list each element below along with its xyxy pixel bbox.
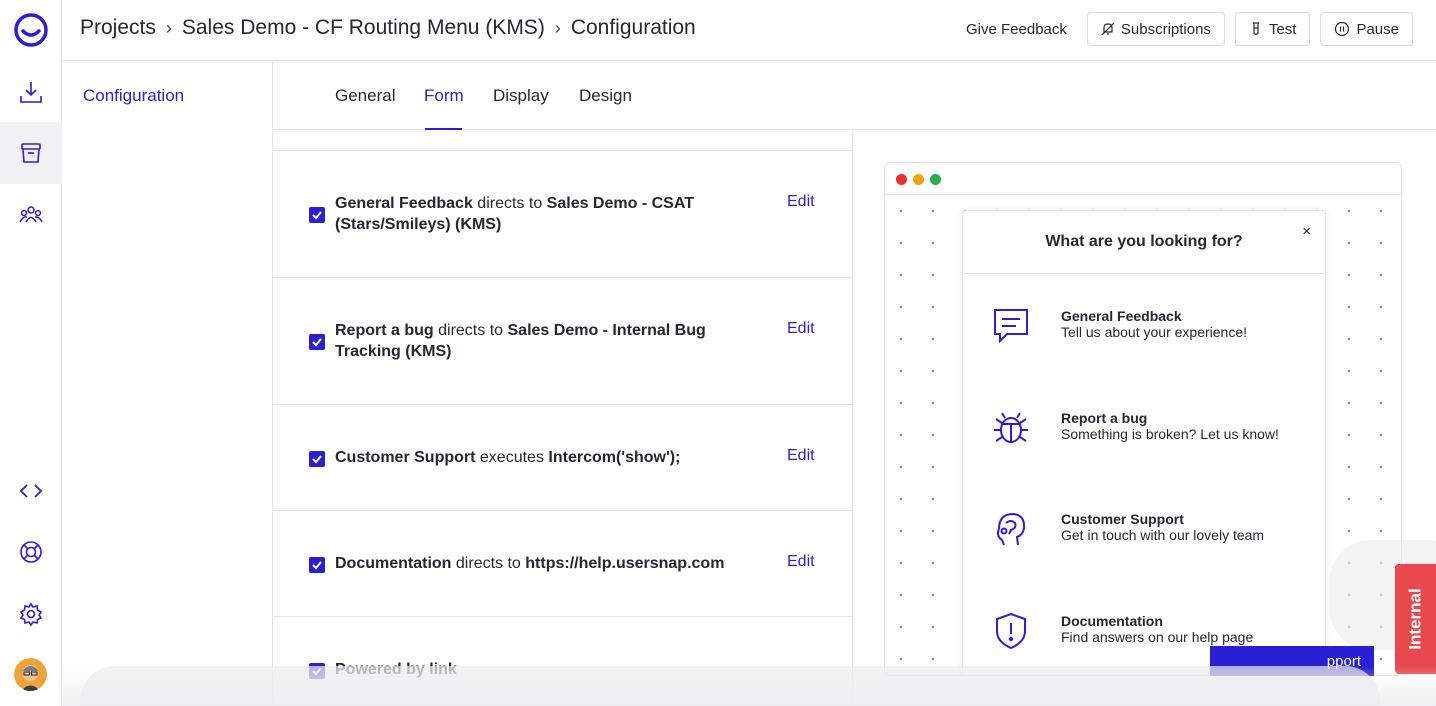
give-feedback-link[interactable]: Give Feedback bbox=[966, 21, 1067, 38]
routing-item-verb: directs to bbox=[455, 555, 521, 572]
pause-icon bbox=[1335, 21, 1350, 37]
menu-item-customer-support[interactable]: Customer Support Get in touch with our l… bbox=[963, 509, 1325, 569]
test-label: Test bbox=[1268, 20, 1297, 38]
internal-tab-label: Internal bbox=[1405, 588, 1425, 650]
menu-item-name: General Feedback bbox=[1061, 308, 1182, 324]
routing-item-name: Customer Support bbox=[335, 449, 476, 466]
internal-feedback-tab[interactable]: Internal bbox=[1395, 564, 1436, 674]
bell-off-icon bbox=[1101, 22, 1115, 36]
tab-design[interactable]: Design bbox=[579, 86, 632, 106]
avatar[interactable] bbox=[14, 658, 47, 691]
routing-text: Report a bug directs to Sales Demo - Int… bbox=[335, 320, 735, 362]
customer-support-checkbox[interactable] bbox=[309, 451, 325, 467]
bug-icon bbox=[991, 408, 1031, 448]
list-item: Documentation directs to https://help.us… bbox=[273, 510, 852, 616]
list-item: Powered by link bbox=[273, 616, 852, 706]
menu-item-desc: Something is broken? Let us know! bbox=[1061, 426, 1279, 442]
support-icon bbox=[991, 509, 1031, 549]
powered-by-checkbox[interactable] bbox=[309, 663, 325, 679]
lifebuoy-icon[interactable] bbox=[0, 521, 62, 583]
routing-item-verb: executes bbox=[479, 449, 544, 466]
test-tube-icon bbox=[1252, 22, 1259, 36]
breadcrumb-current: Configuration bbox=[570, 16, 696, 39]
icon-rail bbox=[0, 0, 62, 706]
chat-icon bbox=[991, 306, 1031, 346]
sidebar-item-configuration[interactable]: Configuration bbox=[83, 86, 184, 106]
shield-icon bbox=[991, 611, 1031, 651]
list-item: General Feedback directs to Sales Demo -… bbox=[273, 150, 852, 277]
routing-item-target: https://help.usersnap.com bbox=[525, 555, 725, 572]
support-button[interactable]: pport bbox=[1210, 646, 1374, 676]
routing-item-name: Powered by link bbox=[335, 661, 457, 678]
gear-icon[interactable] bbox=[0, 583, 62, 645]
test-button[interactable]: Test bbox=[1234, 12, 1311, 46]
pause-label: Pause bbox=[1356, 20, 1399, 38]
team-icon[interactable] bbox=[0, 184, 62, 246]
code-icon[interactable] bbox=[0, 460, 62, 522]
routing-text: General Feedback directs to Sales Demo -… bbox=[335, 193, 735, 235]
general-feedback-checkbox[interactable] bbox=[309, 207, 325, 223]
routing-item-verb: directs to bbox=[438, 322, 504, 339]
tab-display[interactable]: Display bbox=[493, 86, 549, 106]
widget-preview: What are you looking for? × General Feed… bbox=[853, 130, 1436, 706]
menu-item-name: Customer Support bbox=[1061, 511, 1184, 527]
menu-item-name: Report a bug bbox=[1061, 410, 1148, 426]
browser-mockup: What are you looking for? × General Feed… bbox=[884, 162, 1402, 676]
list-item: Customer Support executes Intercom('show… bbox=[273, 404, 852, 510]
report-bug-checkbox[interactable] bbox=[309, 334, 325, 350]
breadcrumb-projects[interactable]: Projects bbox=[80, 16, 156, 40]
routing-text: Powered by link bbox=[335, 659, 735, 680]
list-item: Report a bug directs to Sales Demo - Int… bbox=[273, 277, 852, 404]
routing-item-verb: directs to bbox=[477, 195, 543, 212]
secondary-sidebar: Configuration bbox=[62, 61, 273, 706]
subscriptions-label: Subscriptions bbox=[1120, 20, 1211, 38]
menu-item-desc: Get in touch with our lovely team bbox=[1061, 527, 1265, 543]
routing-item-name: Report a bug bbox=[335, 322, 434, 339]
tab-general[interactable]: General bbox=[335, 86, 395, 106]
edit-link[interactable]: Edit bbox=[787, 447, 815, 465]
routing-item-name: Documentation bbox=[335, 555, 452, 572]
routing-menu-popup: What are you looking for? × General Feed… bbox=[962, 210, 1326, 675]
menu-item-general-feedback[interactable]: General Feedback Tell us about your expe… bbox=[963, 306, 1325, 366]
edit-link[interactable]: Edit bbox=[787, 193, 815, 211]
menu-item-desc: Tell us about your experience! bbox=[1061, 324, 1247, 340]
routing-text: Documentation directs to https://help.us… bbox=[335, 553, 755, 574]
menu-item-desc: Find answers on our help page bbox=[1061, 629, 1254, 645]
routing-list: General Feedback directs to Sales Demo -… bbox=[273, 130, 853, 706]
close-icon[interactable]: × bbox=[1302, 223, 1311, 240]
tab-bar: General Form Display Design bbox=[273, 61, 1436, 130]
minimize-dot-icon bbox=[913, 174, 924, 185]
close-dot-icon bbox=[896, 174, 907, 185]
chevron-right-icon: › bbox=[165, 17, 172, 38]
subscriptions-button[interactable]: Subscriptions bbox=[1086, 12, 1225, 46]
browser-bar bbox=[885, 163, 1401, 195]
menu-item-name: Documentation bbox=[1061, 613, 1163, 629]
routing-item-name: General Feedback bbox=[335, 195, 473, 212]
edit-link[interactable]: Edit bbox=[787, 320, 815, 338]
breadcrumb: Projects › Sales Demo - CF Routing Menu … bbox=[80, 16, 696, 40]
archive-icon[interactable] bbox=[0, 122, 62, 184]
routing-item-target: Intercom('show'); bbox=[548, 449, 681, 466]
maximize-dot-icon bbox=[930, 174, 941, 185]
menu-item-report-bug[interactable]: Report a bug Something is broken? Let us… bbox=[963, 408, 1325, 468]
edit-link[interactable]: Edit bbox=[787, 553, 815, 571]
divider bbox=[963, 273, 1325, 274]
top-header: Projects › Sales Demo - CF Routing Menu … bbox=[62, 0, 1436, 61]
chevron-right-icon: › bbox=[554, 17, 561, 38]
tab-form[interactable]: Form bbox=[424, 86, 464, 106]
download-icon[interactable] bbox=[0, 61, 62, 123]
breadcrumb-project[interactable]: Sales Demo - CF Routing Menu (KMS) bbox=[182, 16, 545, 40]
popup-title: What are you looking for? bbox=[1045, 233, 1243, 250]
pause-button[interactable]: Pause bbox=[1320, 12, 1413, 46]
usersnap-logo-icon[interactable] bbox=[13, 12, 49, 48]
routing-text: Customer Support executes Intercom('show… bbox=[335, 447, 735, 468]
documentation-checkbox[interactable] bbox=[309, 557, 325, 573]
